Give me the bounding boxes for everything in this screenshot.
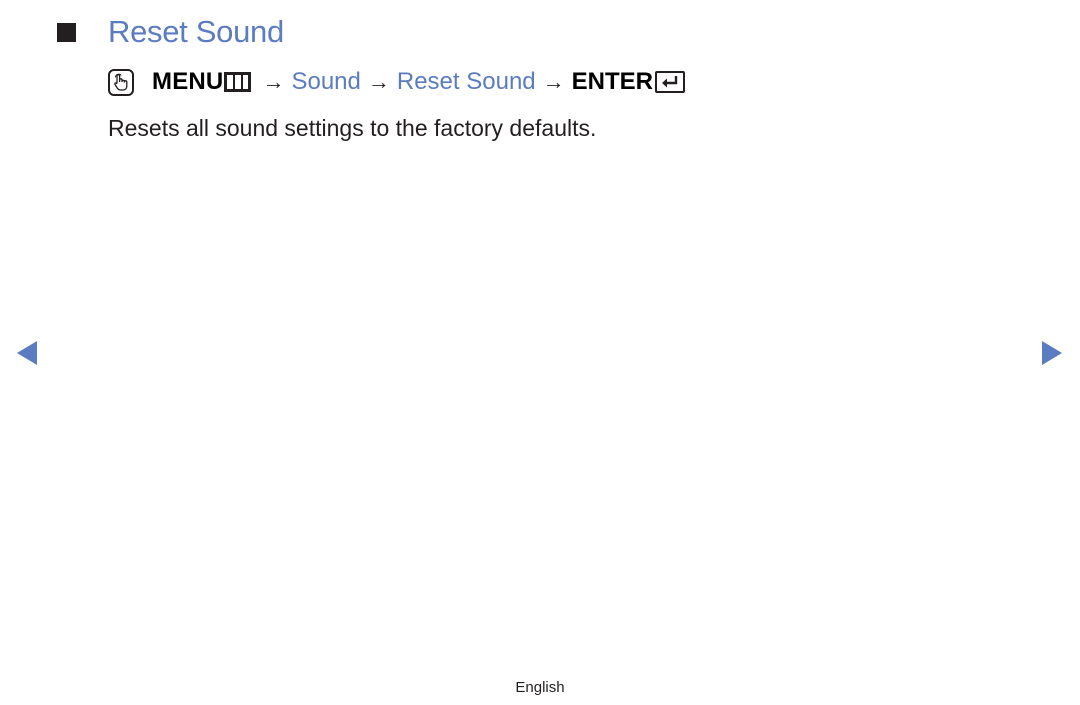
footer-language: English — [515, 679, 565, 696]
left-triangle-icon[interactable] — [17, 341, 37, 365]
remote-touch-hand-icon — [108, 68, 134, 96]
path-item-reset-sound[interactable]: Reset Sound — [397, 68, 536, 96]
menu-grid-icon — [224, 72, 252, 92]
enter-return-icon — [654, 71, 685, 93]
path-item-sound[interactable]: Sound — [291, 68, 360, 96]
menu-key-label: MENU — [152, 68, 224, 95]
menu-path: MENU → Sound → Reset Sound → ENTER — [108, 64, 685, 100]
path-arrow: → — [367, 69, 390, 94]
page-title: Reset Sound — [108, 14, 284, 49]
section-bullet-icon — [57, 23, 76, 42]
description-text: Resets all sound settings to the factory… — [108, 115, 597, 141]
enter-key-label: ENTER — [571, 68, 653, 95]
path-arrow: → — [542, 69, 565, 94]
path-arrow: → — [262, 69, 285, 94]
right-triangle-icon[interactable] — [1042, 341, 1062, 365]
